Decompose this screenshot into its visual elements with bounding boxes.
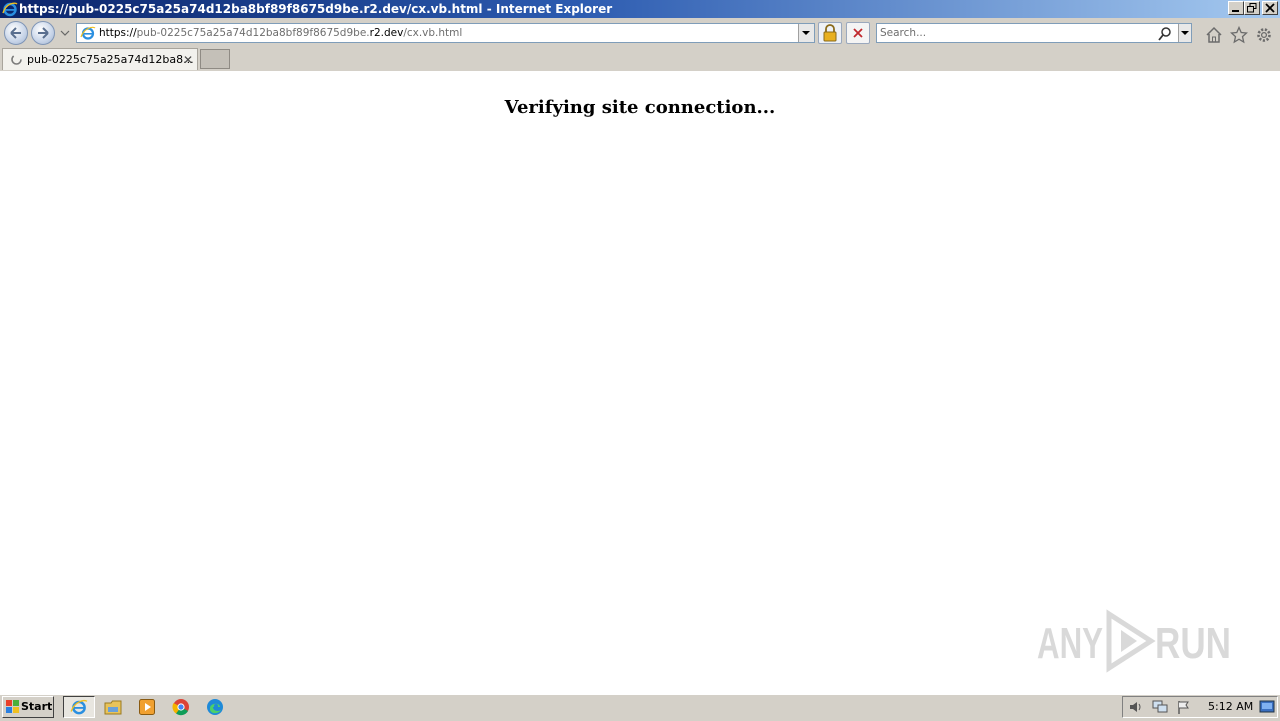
address-url: https://pub-0225c75a25a74d12ba8bf89f8675…: [99, 27, 462, 39]
media-player-icon[interactable]: [138, 698, 156, 716]
chevron-down-icon: [1181, 31, 1189, 35]
new-tab-button[interactable]: [200, 49, 230, 69]
stop-x-icon: [853, 28, 863, 38]
taskbar-clock[interactable]: 5:12 AM: [1208, 700, 1253, 713]
security-lock-button[interactable]: [818, 22, 842, 44]
taskbar: [0, 694, 1280, 721]
windows-logo-icon: [6, 700, 19, 713]
taskbar-ie-button[interactable]: [63, 696, 95, 718]
lock-icon: [823, 24, 837, 42]
forward-button[interactable]: [31, 21, 55, 45]
stop-button[interactable]: [846, 22, 870, 44]
url-host-domain: r2.dev: [369, 27, 404, 39]
favorites-star-icon[interactable]: [1230, 26, 1248, 44]
svg-text:RUN: RUN: [1155, 619, 1231, 668]
search-provider-dropdown[interactable]: [1178, 24, 1191, 42]
url-scheme: https://: [99, 27, 137, 39]
url-host-prefix: pub-0225c75a25a74d12ba8bf89f8675d9be.: [136, 27, 370, 39]
tab-label: pub-0225c75a25a74d12ba8...: [27, 53, 194, 66]
window-title: https://pub-0225c75a25a74d12ba8bf89f8675…: [19, 2, 613, 16]
anyrun-watermark-logo: ANY RUN: [1037, 609, 1231, 673]
forward-arrow-icon: [38, 27, 49, 39]
address-dropdown-button[interactable]: [798, 24, 814, 42]
search-box: [876, 23, 1192, 43]
svg-text:ANY: ANY: [1037, 619, 1103, 668]
tab-active[interactable]: pub-0225c75a25a74d12ba8... ✕: [2, 48, 198, 70]
tab-close-icon[interactable]: ✕: [183, 53, 193, 67]
loading-spinner-icon: [11, 54, 22, 65]
chrome-icon[interactable]: [172, 698, 190, 716]
page-content: [0, 71, 1280, 692]
minimize-button[interactable]: [1228, 1, 1244, 15]
restore-button[interactable]: [1244, 1, 1260, 15]
restore-icon: [1247, 3, 1257, 13]
start-label: Start: [21, 700, 53, 713]
search-icon[interactable]: [1157, 26, 1173, 42]
minimize-icon: [1232, 10, 1239, 12]
history-dropdown-icon[interactable]: [59, 28, 71, 38]
address-bar[interactable]: https://pub-0225c75a25a74d12ba8bf89f8675…: [76, 23, 815, 43]
network-icon[interactable]: [1152, 699, 1168, 715]
close-icon: [1265, 3, 1275, 13]
page-ie-icon: [80, 26, 96, 40]
home-icon[interactable]: [1205, 26, 1223, 44]
page-heading: Verifying site connection...: [504, 97, 776, 118]
edge-icon[interactable]: [206, 698, 224, 716]
internet-explorer-icon: [70, 699, 88, 715]
back-arrow-icon: [10, 27, 21, 39]
settings-gear-icon[interactable]: [1255, 26, 1273, 44]
system-tray: [1122, 696, 1278, 718]
close-window-button[interactable]: [1262, 1, 1278, 15]
start-button[interactable]: Start: [2, 696, 54, 718]
search-input[interactable]: [880, 26, 1150, 40]
action-center-flag-icon[interactable]: [1176, 699, 1192, 715]
back-button[interactable]: [4, 21, 28, 45]
url-path: /cx.vb.html: [403, 27, 463, 39]
chevron-down-icon: [802, 31, 810, 35]
show-desktop-icon[interactable]: [1259, 699, 1275, 715]
file-explorer-icon[interactable]: [104, 698, 122, 716]
volume-icon[interactable]: [1128, 699, 1144, 715]
internet-explorer-icon: [2, 2, 18, 17]
